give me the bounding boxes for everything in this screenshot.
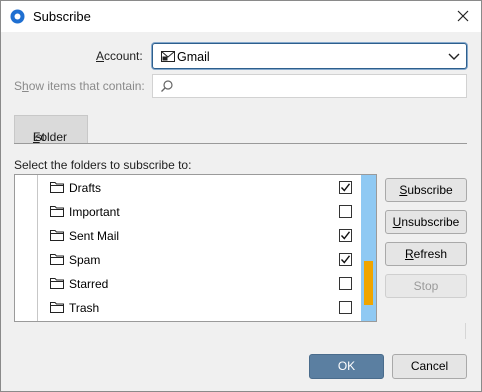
folder-checkbox-starred[interactable] — [339, 277, 352, 290]
subscribe-dialog: Subscribe Account: Gmail Show items that… — [0, 0, 482, 392]
folder-row-drafts[interactable]: Drafts — [15, 176, 360, 200]
account-select[interactable]: Gmail — [152, 43, 467, 69]
folder-checkbox-drafts[interactable] — [339, 181, 352, 194]
folder-icon — [50, 302, 64, 313]
folder-name: Trash — [69, 301, 100, 315]
filter-label: Show items that contain: — [14, 79, 145, 93]
folder-icon — [50, 278, 64, 289]
close-icon[interactable] — [455, 8, 471, 24]
folder-row-spam[interactable]: Spam — [15, 248, 360, 272]
chevron-down-icon — [448, 53, 460, 60]
search-icon — [161, 80, 173, 92]
scrollbar-thumb[interactable] — [364, 261, 373, 305]
unsubscribe-button[interactable]: Unsubscribe — [385, 210, 467, 234]
window-title: Subscribe — [33, 9, 91, 24]
folder-icon — [50, 182, 64, 193]
folder-icon — [50, 206, 64, 217]
filter-input[interactable] — [152, 74, 467, 98]
folder-row-sent-mail[interactable]: Sent Mail — [15, 224, 360, 248]
checkmark-icon — [340, 231, 351, 240]
checkmark-icon — [340, 183, 351, 192]
vertical-scrollbar[interactable] — [361, 175, 376, 321]
ok-button[interactable]: OK — [309, 354, 384, 379]
folder-name: Sent Mail — [69, 229, 120, 243]
folder-checkbox-spam[interactable] — [339, 253, 352, 266]
folder-name: Starred — [69, 277, 109, 291]
folder-checkbox-important[interactable] — [339, 205, 352, 218]
cancel-button[interactable]: Cancel — [392, 354, 467, 379]
app-icon — [10, 9, 25, 24]
refresh-button[interactable]: Refresh — [385, 242, 467, 266]
folder-checkbox-sent-mail[interactable] — [339, 229, 352, 242]
folder-tree[interactable]: Drafts Important Sent Mail Spam Starred … — [14, 174, 377, 322]
folder-name: Important — [69, 205, 120, 219]
tab-folder-list[interactable]: Folder List — [14, 115, 88, 144]
subscribe-button[interactable]: Subscribe — [385, 178, 467, 202]
checkmark-icon — [340, 255, 351, 264]
title-bar: Subscribe — [1, 1, 481, 32]
folder-list-label: Select the folders to subscribe to: — [14, 158, 192, 172]
tab-divider — [14, 143, 467, 144]
folder-icon — [50, 254, 64, 265]
folder-name: Spam — [69, 253, 101, 267]
account-label: Account: — [96, 49, 143, 63]
mail-account-icon — [161, 51, 175, 62]
account-select-value: Gmail — [177, 50, 210, 64]
folder-icon — [50, 230, 64, 241]
resize-grip-divider — [465, 323, 466, 339]
folder-row-trash[interactable]: Trash — [15, 296, 360, 320]
folder-row-important[interactable]: Important — [15, 200, 360, 224]
folder-name: Drafts — [69, 181, 102, 195]
folder-row-starred[interactable]: Starred — [15, 272, 360, 296]
stop-button[interactable]: Stop — [385, 274, 467, 298]
folder-checkbox-trash[interactable] — [339, 301, 352, 314]
